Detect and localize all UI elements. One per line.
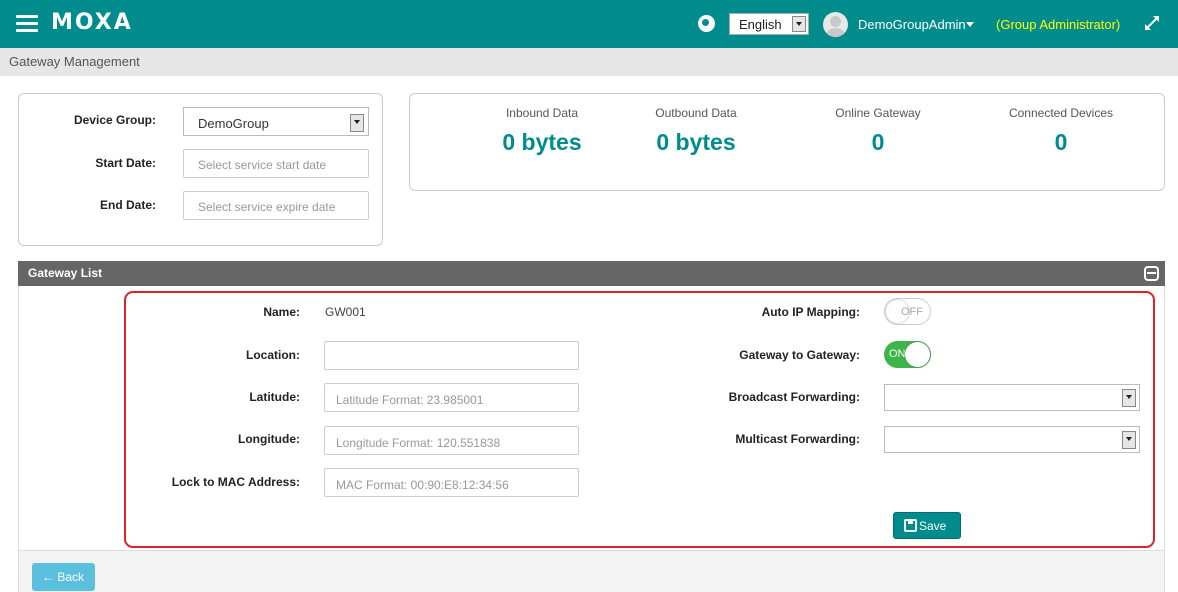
name-value: GW001 xyxy=(325,305,366,319)
stat-value: 0 bytes xyxy=(502,129,582,155)
stat-inbound-data: Inbound Data 0 bytes xyxy=(457,106,627,156)
dropdown-arrow-icon[interactable] xyxy=(350,114,364,132)
stat-online-gateway: Online Gateway 0 xyxy=(793,106,963,156)
device-group-select[interactable]: DemoGroup xyxy=(183,107,369,136)
longitude-input[interactable]: Longitude Format: 120.551838 xyxy=(324,426,579,455)
expand-icon[interactable] xyxy=(1143,14,1161,32)
mac-label: Lock to MAC Address: xyxy=(171,475,300,489)
user-role: (Group Administrator) xyxy=(996,17,1121,32)
back-button[interactable]: ← Back xyxy=(32,563,95,591)
arrow-left-icon: ← xyxy=(42,570,54,584)
stats-panel: Inbound Data 0 bytes Outbound Data 0 byt… xyxy=(409,93,1165,191)
start-date-label: Start Date: xyxy=(95,156,156,170)
location-label: Location: xyxy=(246,348,300,362)
stat-value: 0 xyxy=(871,129,885,155)
stat-label: Online Gateway xyxy=(835,106,921,120)
gateway-list-header: Gateway List xyxy=(18,261,1165,286)
device-group-label: Device Group: xyxy=(73,113,156,127)
multicast-forwarding-select[interactable] xyxy=(884,426,1140,453)
end-date-input[interactable]: Select service expire date xyxy=(183,191,369,220)
stat-label: Outbound Data xyxy=(655,106,737,120)
stat-connected-devices: Connected Devices 0 xyxy=(976,106,1146,156)
hamburger-menu-icon[interactable] xyxy=(16,15,38,33)
location-input[interactable] xyxy=(324,341,579,370)
back-button-label: Back xyxy=(57,570,85,584)
moxa-logo: MOXA xyxy=(51,10,133,35)
floppy-disk-icon xyxy=(904,519,917,532)
stat-label: Inbound Data xyxy=(505,106,579,120)
highlight-frame xyxy=(124,291,1155,548)
globe-icon xyxy=(698,15,715,32)
dropdown-arrow-icon[interactable] xyxy=(1122,389,1136,407)
latitude-input[interactable]: Latitude Format: 23.985001 xyxy=(324,383,579,412)
gateway-to-gateway-label: Gateway to Gateway: xyxy=(739,348,860,362)
multicast-forwarding-label: Multicast Forwarding: xyxy=(735,432,860,446)
dropdown-arrow-icon[interactable] xyxy=(792,16,806,32)
save-button[interactable]: Save xyxy=(893,512,961,539)
save-button-label: Save xyxy=(919,519,947,533)
collapse-icon[interactable] xyxy=(1144,266,1159,281)
top-navbar: MOXA English DemoGroupAdmin (Group Admin… xyxy=(0,0,1178,48)
username-menu[interactable]: DemoGroupAdmin xyxy=(858,17,966,32)
stat-value: 0 xyxy=(1054,129,1068,155)
name-label: Name: xyxy=(263,305,300,319)
mac-address-input[interactable]: MAC Format: 00:90:E8:12:34:56 xyxy=(324,468,579,497)
broadcast-forwarding-select[interactable] xyxy=(884,384,1140,411)
breadcrumb: Gateway Management xyxy=(0,48,1178,76)
gateway-list-title: Gateway List xyxy=(28,266,103,280)
toggle-state-text: ON xyxy=(889,348,906,360)
gateway-to-gateway-toggle[interactable]: ON xyxy=(884,341,931,368)
stat-outbound-data: Outbound Data 0 bytes xyxy=(611,106,781,156)
avatar[interactable] xyxy=(823,12,848,37)
chevron-down-icon[interactable] xyxy=(966,22,974,27)
toggle-knob xyxy=(905,342,930,367)
stat-value: 0 bytes xyxy=(656,129,736,155)
stat-label: Connected Devices xyxy=(1008,106,1114,120)
start-date-input[interactable]: Select service start date xyxy=(183,149,369,178)
longitude-label: Longitude: xyxy=(238,432,300,446)
end-date-label: End Date: xyxy=(99,198,156,212)
device-group-value: DemoGroup xyxy=(198,116,269,131)
language-select[interactable]: English xyxy=(729,13,809,35)
language-select-value: English xyxy=(739,17,782,32)
latitude-label: Latitude: xyxy=(249,390,300,404)
auto-ip-mapping-toggle[interactable]: OFF xyxy=(884,298,931,325)
dropdown-arrow-icon[interactable] xyxy=(1122,431,1136,449)
broadcast-forwarding-label: Broadcast Forwarding: xyxy=(728,390,860,404)
auto-ip-mapping-label: Auto IP Mapping: xyxy=(761,305,860,319)
toggle-state-text: OFF xyxy=(901,306,923,318)
